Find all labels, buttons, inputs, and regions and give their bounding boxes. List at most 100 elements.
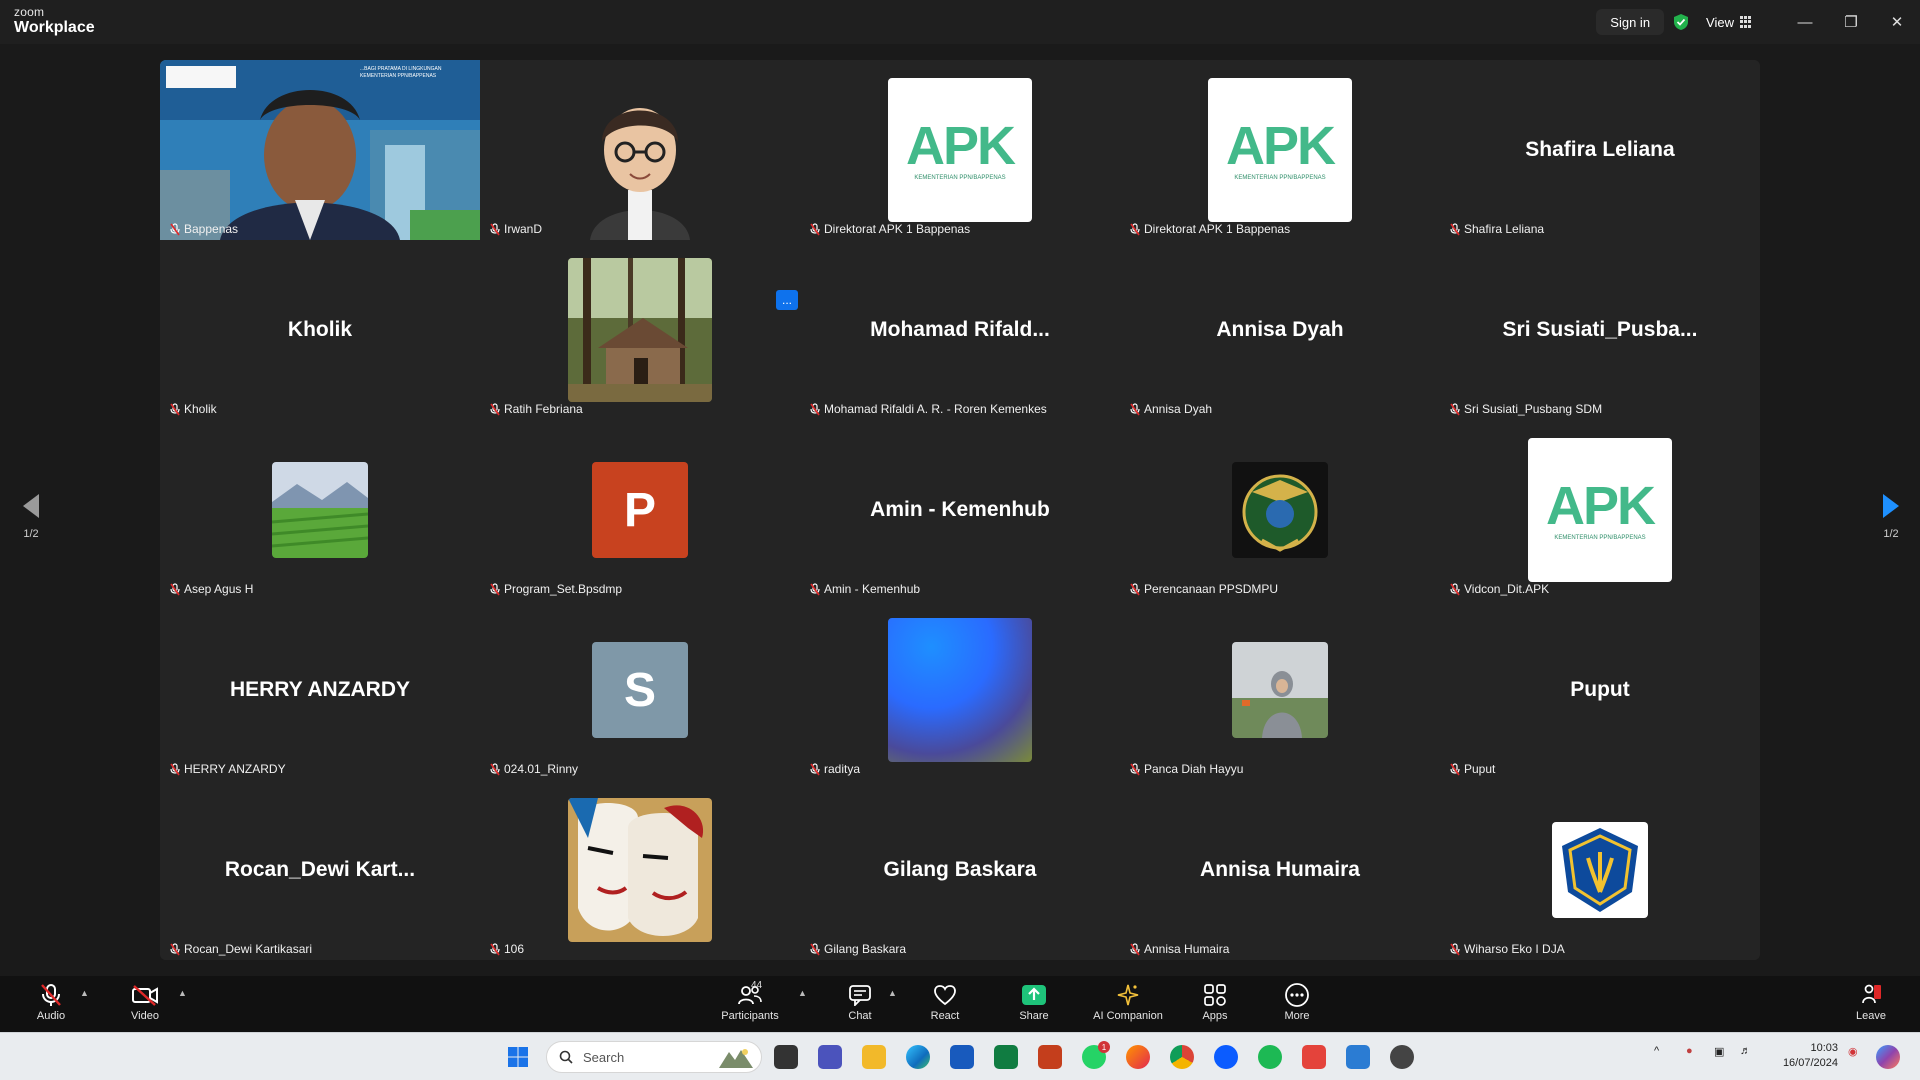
react-button[interactable]: React	[910, 982, 980, 1022]
restore-icon[interactable]: ❐	[1828, 0, 1874, 44]
meeting-toolbar: Audio ▲ Video ▲ 44 Participants ▲ Chat ▲…	[0, 976, 1920, 1032]
participant-tile[interactable]: raditya	[800, 600, 1120, 780]
more-button[interactable]: More	[1262, 982, 1332, 1022]
mic-muted-icon	[170, 403, 180, 416]
view-button[interactable]: View	[1706, 15, 1752, 30]
participant-name-label: raditya	[810, 762, 860, 776]
mic-in-use-icon[interactable]: ●	[1686, 1045, 1693, 1057]
pdf-reader-icon[interactable]	[1302, 1045, 1326, 1069]
participant-name-label: Ratih Febriana	[490, 402, 583, 416]
apk-logo: APK KEMENTERIAN PPN/BAPPENAS	[1208, 78, 1352, 222]
apps-button[interactable]: Apps	[1180, 982, 1250, 1022]
ai-companion-label: AI Companion	[1093, 1010, 1163, 1022]
participant-name-label: Vidcon_Dit.APK	[1450, 582, 1549, 596]
participant-tile[interactable]: Amin - Kemenhub Amin - Kemenhub	[800, 420, 1120, 600]
participant-name-label: Asep Agus H	[170, 582, 253, 596]
participant-tile[interactable]: HERRY ANZARDY HERRY ANZARDY	[160, 600, 480, 780]
chat-caret-icon[interactable]: ▲	[888, 988, 897, 998]
show-hidden-icons-chevron-icon[interactable]: ^	[1654, 1045, 1659, 1057]
taskbar-search-box[interactable]: Search	[546, 1041, 762, 1073]
mic-muted-icon	[810, 943, 820, 956]
apps-label: Apps	[1202, 1010, 1228, 1022]
edge-icon[interactable]	[906, 1045, 930, 1069]
leave-button[interactable]: Leave	[1836, 982, 1906, 1022]
utility-app-icon[interactable]	[1390, 1045, 1414, 1069]
more-icon	[1285, 983, 1309, 1007]
close-icon[interactable]: ✕	[1874, 0, 1920, 44]
participant-display-name: HERRY ANZARDY	[229, 678, 411, 701]
clock-time: 10:03	[1810, 1042, 1838, 1054]
firefox-icon[interactable]	[1126, 1045, 1150, 1069]
participant-name-label: Sri Susiati_Pusbang SDM	[1450, 402, 1602, 416]
participant-tile[interactable]: Sri Susiati_Pusba... Sri Susiati_Pusbang …	[1440, 240, 1760, 420]
teams-icon[interactable]	[818, 1045, 842, 1069]
mic-muted-icon	[810, 403, 820, 416]
participant-tile[interactable]: APK KEMENTERIAN PPN/BAPPENAS Vidcon_Dit.AP…	[1440, 420, 1760, 600]
avatar-letter: P	[623, 483, 656, 537]
more-options-badge[interactable]: ...	[776, 290, 798, 310]
participant-tile[interactable]: 106	[480, 780, 800, 960]
file-explorer-icon[interactable]	[862, 1045, 886, 1069]
next-page-button[interactable]: 1/2	[1876, 494, 1906, 540]
mic-muted-icon	[810, 763, 820, 776]
task-view-icon[interactable]	[774, 1045, 798, 1069]
participant-tile[interactable]: Panca Diah Hayyu	[1120, 600, 1440, 780]
encryption-shield-icon[interactable]	[1672, 13, 1690, 31]
participant-tile[interactable]: APK KEMENTERIAN PPN/BAPPENAS Direktorat AP…	[1120, 60, 1440, 240]
avatar-icon	[590, 108, 690, 240]
avatar-letter: S	[623, 663, 656, 717]
sign-in-button[interactable]: Sign in	[1596, 9, 1665, 35]
volume-icon[interactable]: ♬	[1740, 1045, 1751, 1057]
participant-tile[interactable]: Mohamad Rifald... Mohamad Rifaldi A. R. -…	[800, 240, 1120, 420]
minimize-icon[interactable]: —	[1782, 0, 1828, 44]
participant-tile[interactable]: Wiharso Eko I DJA	[1440, 780, 1760, 960]
participants-button[interactable]: 44 Participants	[715, 980, 785, 1022]
apk-logo-subtext: KEMENTERIAN PPN/BAPPENAS	[1554, 535, 1646, 541]
chat-button[interactable]: Chat	[825, 982, 895, 1022]
chrome-icon[interactable]	[1170, 1045, 1194, 1069]
participant-tile[interactable]: P Program_Set.Bpsdmp	[480, 420, 800, 600]
participant-tile[interactable]: Ratih Febriana	[480, 240, 800, 420]
participant-name: 024.01_Rinny	[504, 762, 579, 776]
video-button[interactable]: Video	[110, 982, 180, 1022]
participant-name: Panca Diah Hayyu	[1144, 762, 1244, 776]
windows-taskbar: Search 1 ^ ● ▣ ♬ 10:03 16/07/2024 ◉	[0, 1032, 1920, 1080]
video-options-caret-icon[interactable]: ▲	[178, 988, 187, 998]
participant-name-label: Panca Diah Hayyu	[1130, 762, 1243, 776]
powerpoint-icon[interactable]	[1038, 1045, 1062, 1069]
participant-name: Direktorat APK 1 Bappenas	[1144, 222, 1291, 236]
participant-tile[interactable]: Rocan_Dewi Kart... Rocan_Dewi Kartikasari	[160, 780, 480, 960]
share-label: Share	[1019, 1010, 1049, 1022]
participant-tile[interactable]: Gilang Baskara Gilang Baskara	[800, 780, 1120, 960]
zoom-workplace-logo: zoom Workplace	[14, 6, 95, 36]
previous-page-button[interactable]: 1/2	[16, 494, 46, 540]
participant-tile[interactable]: Annisa Humaira Annisa Humaira	[1120, 780, 1440, 960]
notification-bell-icon[interactable]: ◉	[1848, 1045, 1858, 1058]
participant-tile[interactable]: S 024.01_Rinny	[480, 600, 800, 780]
copilot-icon[interactable]	[1876, 1045, 1900, 1069]
windows-start-icon[interactable]	[506, 1045, 530, 1069]
participant-tile[interactable]: IrwanD	[480, 60, 800, 240]
participant-tile[interactable]: ...BAGI PRATAMA DI LINGKUNGAN KEMENTERIAN…	[160, 60, 480, 240]
participant-tile[interactable]: Kholik Kholik	[160, 240, 480, 420]
participant-tile[interactable]: Asep Agus H	[160, 420, 480, 600]
zoom-app-icon[interactable]	[1214, 1045, 1238, 1069]
participant-tile[interactable]: Puput Puput	[1440, 600, 1760, 780]
participant-display-name: Puput	[1570, 678, 1630, 701]
ai-companion-button[interactable]: AI Companion	[1080, 982, 1176, 1022]
audio-options-caret-icon[interactable]: ▲	[80, 988, 89, 998]
audio-button[interactable]: Audio	[16, 982, 86, 1022]
system-clock[interactable]: 10:03 16/07/2024	[1774, 1041, 1838, 1071]
excel-icon[interactable]	[994, 1045, 1018, 1069]
participant-tile[interactable]: Annisa Dyah Annisa Dyah	[1120, 240, 1440, 420]
share-button[interactable]: Share	[999, 982, 1069, 1022]
participant-tile[interactable]: APK KEMENTERIAN PPN/BAPPENAS Direktorat AP…	[800, 60, 1120, 240]
participant-tile[interactable]: Shafira Leliana Shafira Leliana	[1440, 60, 1760, 240]
participants-count: 44	[751, 980, 763, 991]
word-icon[interactable]	[950, 1045, 974, 1069]
participants-caret-icon[interactable]: ▲	[798, 988, 807, 998]
spotify-icon[interactable]	[1258, 1045, 1282, 1069]
notepad-icon[interactable]	[1346, 1045, 1370, 1069]
network-icon[interactable]: ▣	[1714, 1045, 1724, 1058]
participant-tile[interactable]: Perencanaan PPSDMPU	[1120, 420, 1440, 600]
